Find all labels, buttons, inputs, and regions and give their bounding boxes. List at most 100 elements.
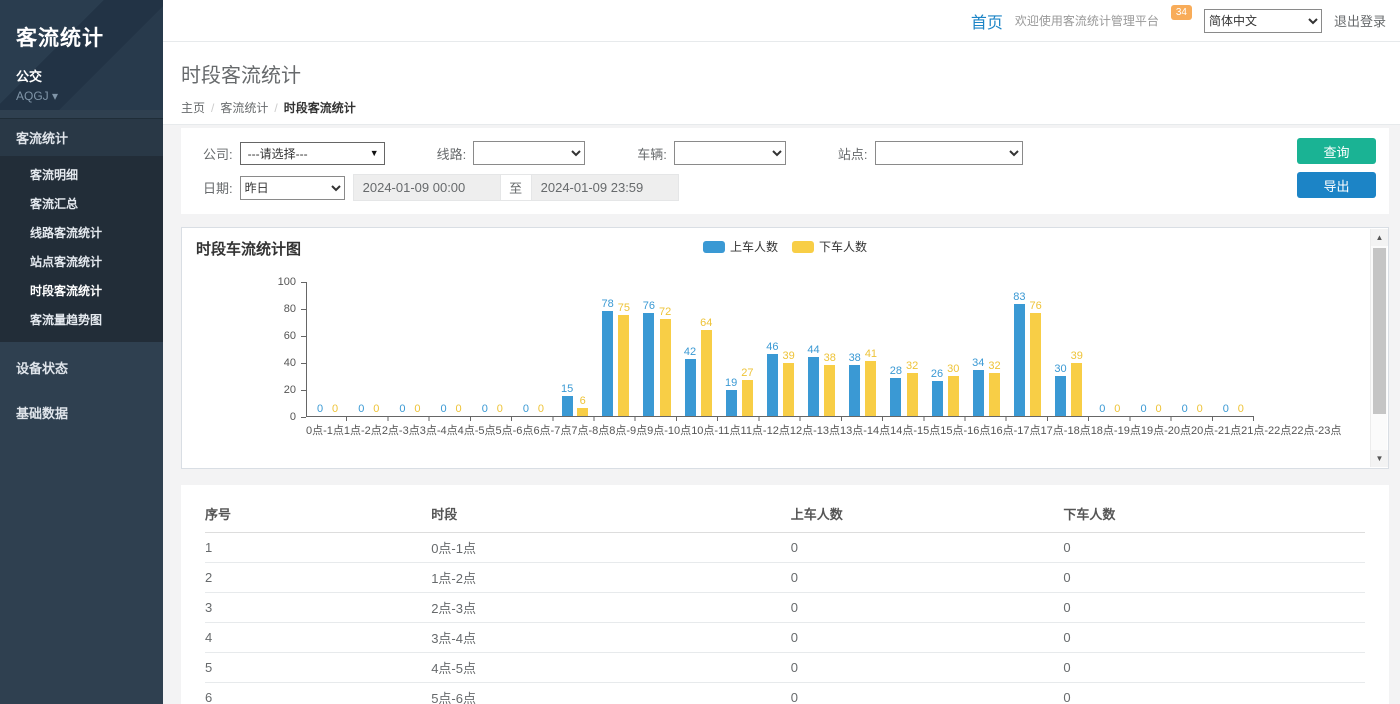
- bar-group: 3432: [966, 282, 1007, 416]
- logout-link[interactable]: 退出登录: [1334, 11, 1386, 30]
- table-row: 65点-6点00: [205, 683, 1365, 704]
- page-title: 时段客流统计: [181, 59, 1400, 88]
- y-axis-label: 60: [182, 330, 296, 342]
- sidebar-item[interactable]: 基础数据: [0, 393, 163, 432]
- bar-value-label: 0: [1238, 403, 1244, 416]
- bar-value-label: 30: [947, 363, 959, 376]
- chart-title: 时段车流统计图: [196, 241, 301, 258]
- breadcrumb-item[interactable]: 主页: [181, 101, 205, 115]
- legend-label: 下车人数: [819, 238, 867, 255]
- bar-column: 27: [741, 367, 753, 416]
- scroll-down-icon[interactable]: ▼: [1371, 450, 1388, 467]
- bar-alighting: [1071, 363, 1082, 416]
- brand-box: 客流统计 公交 AQGJ ▾: [0, 0, 163, 110]
- sidebar-subitem[interactable]: 站点客流统计: [0, 247, 163, 276]
- x-axis-label: 11点-12点: [741, 422, 790, 438]
- table-cell: 5: [205, 653, 431, 683]
- bar-value-label: 0: [373, 403, 379, 416]
- bar-value-label: 15: [561, 383, 573, 396]
- bar-group: 00: [431, 282, 472, 416]
- x-axis-label: 10点-11点: [691, 422, 740, 438]
- bar-value-label: 6: [580, 395, 586, 408]
- bar-group: 00: [307, 282, 348, 416]
- bar-group: 2630: [925, 282, 966, 416]
- org-code-dropdown[interactable]: AQGJ ▾: [16, 89, 147, 103]
- bar-alighting: [824, 365, 835, 416]
- table-body: 10点-1点0021点-2点0032点-3点0043点-4点0054点-5点00…: [205, 533, 1365, 704]
- x-axis-labels: 0点-1点1点-2点2点-3点3点-4点4点-5点5点-6点6点-7点7点-8点…: [306, 422, 1254, 438]
- chart-scrollbar[interactable]: ▲ ▼: [1370, 229, 1387, 467]
- bar-column: 32: [906, 360, 918, 416]
- bar-boarding: [602, 311, 613, 416]
- station-label: 站点:: [838, 144, 868, 163]
- date-end-input[interactable]: [531, 174, 679, 201]
- bar-boarding: [562, 396, 573, 416]
- bar-value-label: 19: [725, 377, 737, 390]
- x-axis-ticks: [306, 417, 1254, 421]
- bar-alighting: [865, 361, 876, 416]
- home-link[interactable]: 首页: [971, 9, 1003, 33]
- bar-column: 0: [535, 403, 546, 416]
- line-select[interactable]: [473, 141, 585, 165]
- bar-column: 0: [1112, 403, 1123, 416]
- table-cell: 0: [1063, 593, 1365, 623]
- table-header-row: 序号时段上车人数下车人数: [205, 495, 1365, 533]
- bar-group: 78 75: [595, 282, 636, 416]
- vehicle-select[interactable]: [674, 141, 786, 165]
- scrollbar-thumb[interactable]: [1373, 248, 1386, 414]
- bar-group: 00: [1213, 282, 1254, 416]
- table-cell: 0: [1063, 653, 1365, 683]
- query-button[interactable]: 查询: [1297, 138, 1376, 164]
- bar-value-label: 44: [807, 344, 819, 357]
- sidebar-subitem[interactable]: 客流量趋势图: [0, 305, 163, 334]
- legend-item[interactable]: 下车人数: [792, 238, 867, 255]
- bar-column: 75: [618, 302, 630, 416]
- bar-column: 0: [1220, 403, 1231, 416]
- bar-value-label: 30: [1054, 363, 1066, 376]
- table-cell: 0: [791, 533, 1064, 563]
- bar-value-label: 78: [602, 298, 614, 311]
- sidebar-subitem[interactable]: 客流汇总: [0, 189, 163, 218]
- bar-column: 78: [602, 298, 614, 416]
- x-axis-label: 12点-13点: [790, 422, 840, 438]
- bar-value-label: 76: [1030, 300, 1042, 313]
- bar-column: 0: [453, 403, 464, 416]
- sidebar-extra: 设备状态基础数据: [0, 348, 163, 432]
- date-preset-select[interactable]: 昨日: [240, 176, 345, 200]
- sidebar-subitem[interactable]: 线路客流统计: [0, 218, 163, 247]
- station-select[interactable]: [875, 141, 1023, 165]
- bar-value-label: 0: [332, 403, 338, 416]
- bar-column: 0: [412, 403, 423, 416]
- bar-column: 76: [643, 300, 655, 416]
- breadcrumb-item[interactable]: 客流统计: [220, 101, 268, 115]
- bar-alighting: [701, 330, 712, 416]
- sidebar-nav: 客流统计 客流明细客流汇总线路客流统计站点客流统计时段客流统计客流量趋势图 设备…: [0, 118, 163, 432]
- sidebar-subitem[interactable]: 客流明细: [0, 160, 163, 189]
- legend-item[interactable]: 上车人数: [703, 238, 778, 255]
- bar-group: 4264: [678, 282, 719, 416]
- table-row: 32点-3点00: [205, 593, 1365, 623]
- bar-group: 00: [1089, 282, 1130, 416]
- table-cell: 1: [205, 533, 431, 563]
- scroll-up-icon[interactable]: ▲: [1371, 229, 1388, 246]
- bar-value-label: 32: [906, 360, 918, 373]
- sidebar-item-passenger-stats[interactable]: 客流统计: [0, 118, 163, 156]
- x-axis-label: 0点-1点: [306, 422, 344, 438]
- bar-column: 30: [947, 363, 959, 417]
- table-cell: 2: [205, 563, 431, 593]
- x-axis-label: 8点-9点: [609, 422, 647, 438]
- sidebar-item[interactable]: 设备状态: [0, 348, 163, 387]
- x-axis-label: 6点-7点: [533, 422, 571, 438]
- company-select[interactable]: ---请选择--- ▼: [240, 142, 385, 165]
- bar-value-label: 0: [538, 403, 544, 416]
- bar-boarding: [890, 378, 901, 416]
- table-column-header: 序号: [205, 495, 431, 533]
- sidebar-subitem[interactable]: 时段客流统计: [0, 276, 163, 305]
- table-cell: 0: [791, 563, 1064, 593]
- date-start-input[interactable]: [353, 174, 501, 201]
- bar-column: 0: [479, 403, 490, 416]
- export-button[interactable]: 导出: [1297, 172, 1376, 198]
- x-axis-label: 5点-6点: [496, 422, 534, 438]
- language-select[interactable]: 简体中文: [1204, 9, 1322, 33]
- chart-panel: 时段车流统计图 上车人数下车人数 020406080100 0000000000…: [181, 227, 1389, 469]
